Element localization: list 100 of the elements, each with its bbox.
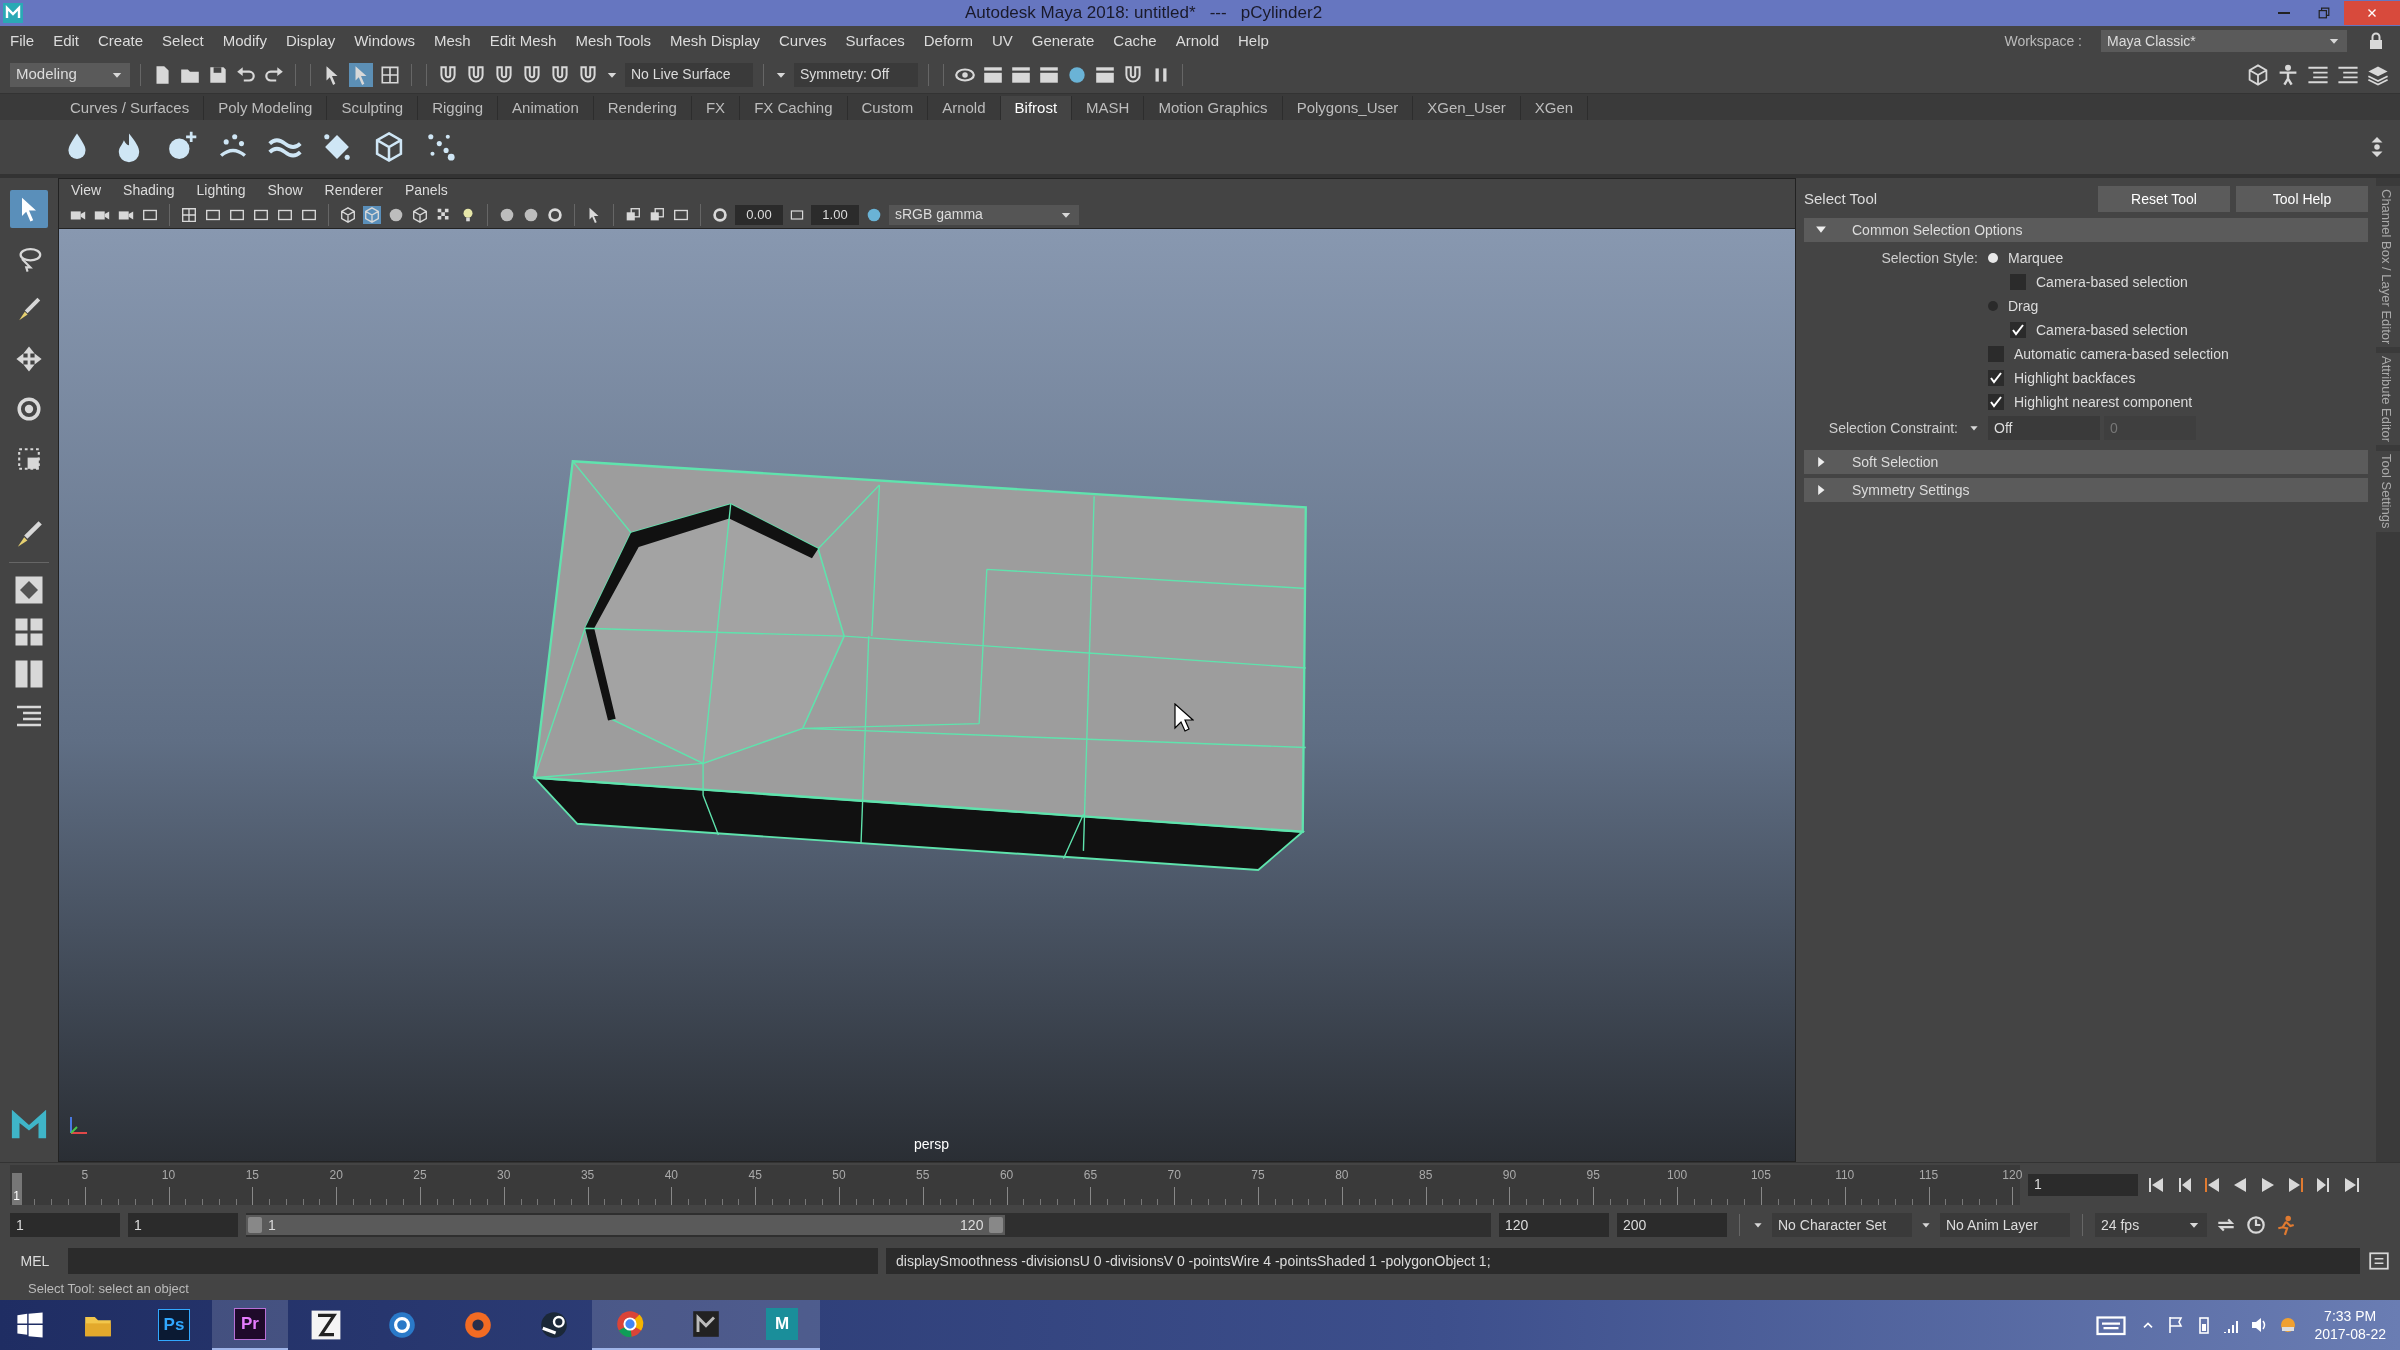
viewport-menu[interactable]: Show	[267, 179, 303, 201]
anim-layer-dropdown[interactable]: No Anim Layer	[1940, 1213, 2070, 1237]
checkbox[interactable]	[1988, 370, 2004, 386]
option-label: Camera-based selection	[2036, 272, 2188, 292]
current-frame-marker[interactable]: 1	[11, 1172, 22, 1205]
checkbox[interactable]	[1988, 394, 2004, 410]
start-frame-field[interactable]: 1	[10, 1213, 120, 1237]
menu-item[interactable]: Windows	[354, 29, 415, 53]
menu-item[interactable]: Select	[162, 29, 204, 53]
menu-item[interactable]: Create	[98, 29, 144, 53]
viewport-menu[interactable]: View	[71, 179, 102, 201]
clock-icon[interactable]	[2245, 1214, 2267, 1236]
frame-number: 5	[81, 1166, 89, 1184]
side-tab[interactable]: Attribute Editor	[2376, 353, 2400, 446]
symmetry-dropdown[interactable]: Symmetry: Off	[794, 62, 918, 87]
grid-icon[interactable]	[180, 205, 198, 224]
menu-item[interactable]: UV	[991, 29, 1013, 53]
tool-button[interactable]	[10, 190, 48, 228]
menu-item[interactable]: Modify	[222, 29, 267, 53]
frame-number: 120	[2002, 1166, 2023, 1184]
menu-item[interactable]: Mesh Tools	[575, 29, 651, 53]
frame-number: 75	[1251, 1166, 1265, 1184]
live-surface-field[interactable]: No Live Surface	[625, 62, 753, 87]
taskbar-app[interactable]: Ps	[136, 1300, 212, 1350]
taskbar-app[interactable]: Pr	[212, 1300, 288, 1350]
aperture-icon[interactable]	[711, 205, 729, 224]
range-slider-bar[interactable]	[246, 1215, 1006, 1235]
two-pane-icon[interactable]	[14, 659, 44, 689]
playback-end-field[interactable]: 120	[1499, 1213, 1609, 1237]
playback-start-field[interactable]: 1	[128, 1213, 238, 1237]
script-editor-icon[interactable]	[2368, 1250, 2390, 1272]
mode-dropdown[interactable]: Modeling	[10, 62, 130, 87]
menu-item[interactable]: Edit	[53, 29, 80, 53]
radio-button[interactable]	[1988, 253, 1998, 263]
menu-item[interactable]: Edit Mesh	[489, 29, 557, 53]
section-header[interactable]: Common Selection Options	[1804, 218, 2368, 242]
photoshop-logo-icon: Ps	[158, 1309, 190, 1341]
disc-app-icon	[462, 1309, 494, 1341]
option-label: Highlight nearest component	[2014, 392, 2193, 412]
viewport-menu[interactable]: Lighting	[196, 179, 246, 201]
menu-item[interactable]: Mesh	[434, 29, 471, 53]
side-tab[interactable]: Channel Box / Layer Editor	[2376, 186, 2400, 348]
menu-item[interactable]: Help	[1238, 29, 1269, 53]
current-frame-field[interactable]: 1	[2028, 1173, 2138, 1196]
tool-button-label[interactable]: Tool Help	[2236, 186, 2368, 212]
range-handle[interactable]	[248, 1217, 262, 1233]
single-pane-icon[interactable]	[14, 575, 44, 605]
menu-item[interactable]: Mesh Display	[670, 29, 760, 53]
premiere-logo-icon: Pr	[234, 1308, 266, 1340]
frame-number: 45	[748, 1166, 762, 1184]
exposure-field[interactable]: 0.00	[735, 204, 783, 225]
range-slider-track[interactable]: 1 120	[246, 1213, 1491, 1237]
shelf-tab[interactable]: Bifrost	[1000, 96, 1073, 120]
running-figure-icon[interactable]	[2275, 1214, 2297, 1236]
character-set-dropdown[interactable]: No Character Set	[1772, 1213, 1912, 1237]
cube-icon[interactable]	[339, 205, 357, 224]
color-space-dropdown[interactable]: sRGB gamma	[889, 204, 1079, 225]
viewport-menu[interactable]: Shading	[123, 179, 175, 201]
section-header[interactable]: Soft Selection	[1804, 450, 2368, 474]
clock-date[interactable]: 2017-08-22	[2314, 1325, 2386, 1343]
frame-number: 115	[1918, 1166, 1939, 1184]
grid-icon[interactable]	[379, 63, 401, 86]
viewport-menu[interactable]: Renderer	[324, 179, 383, 201]
cube-icon[interactable]	[363, 205, 381, 224]
section-header[interactable]: Symmetry Settings	[1804, 478, 2368, 502]
tool-button-label[interactable]: Reset Tool	[2098, 186, 2230, 212]
menu-item[interactable]: Arnold	[1175, 29, 1220, 53]
field-label: Selection Constraint:	[1828, 418, 1958, 438]
checkbox[interactable]	[1988, 346, 2004, 362]
frame-number: 95	[1586, 1166, 1600, 1184]
radio-button[interactable]	[1988, 301, 1998, 311]
checkbox[interactable]	[2010, 322, 2026, 338]
menu-item[interactable]: Generate	[1031, 29, 1095, 53]
cube-icon[interactable]	[2246, 62, 2270, 87]
windows-logo-icon	[16, 1311, 44, 1339]
menu-item[interactable]: Deform	[923, 29, 973, 53]
aperture-icon[interactable]	[546, 205, 564, 224]
menu-item[interactable]: File	[10, 29, 35, 53]
frame-number: 105	[1750, 1166, 1771, 1184]
help-line: Select Tool: select an object	[28, 1280, 189, 1299]
four-pane-icon[interactable]	[14, 617, 44, 647]
range-handle[interactable]	[989, 1217, 1004, 1233]
gamma-field[interactable]: 1.00	[811, 204, 859, 225]
constraint-dropdown[interactable]: Off	[1988, 416, 2100, 440]
menu-item[interactable]: Cache	[1113, 29, 1157, 53]
menu-item[interactable]: Curves	[779, 29, 827, 53]
end-frame-field[interactable]: 200	[1617, 1213, 1727, 1237]
fps-dropdown[interactable]: 24 fps	[2095, 1213, 2207, 1237]
clock-time[interactable]: 7:33 PM	[2324, 1307, 2377, 1325]
viewport-menu[interactable]: Panels	[404, 179, 448, 201]
menu-item[interactable]: Display	[285, 29, 336, 53]
dark-app-icon	[690, 1308, 722, 1340]
menu-item[interactable]: Surfaces	[845, 29, 905, 53]
checkbox[interactable]	[2010, 274, 2026, 290]
workspace-dropdown[interactable]: Maya Classic*	[2101, 30, 2347, 52]
command-input-field[interactable]	[68, 1248, 878, 1274]
cube-icon[interactable]	[411, 205, 429, 224]
side-tab[interactable]: Tool Settings	[2376, 451, 2400, 532]
command-language-label[interactable]: MEL	[10, 1250, 60, 1272]
taskbar-app[interactable]: M	[744, 1300, 820, 1350]
